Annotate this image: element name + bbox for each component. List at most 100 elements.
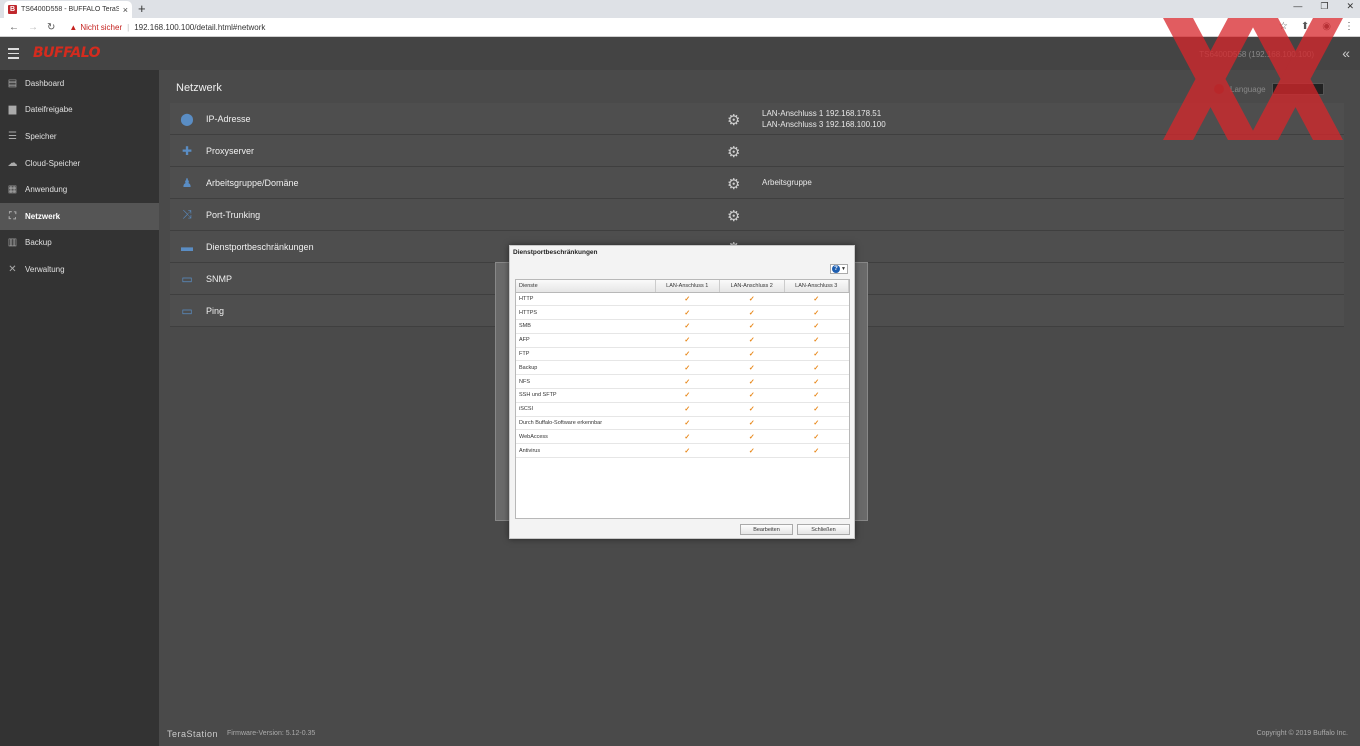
- table-row[interactable]: SSH und SFTP ✓ ✓ ✓: [516, 388, 849, 403]
- checkmark-icon: ✓: [719, 402, 784, 417]
- dashboard-icon: ▤: [7, 77, 18, 89]
- table-row[interactable]: Backup ✓ ✓ ✓: [516, 360, 849, 376]
- table-row[interactable]: WebAccess ✓ ✓ ✓: [516, 429, 849, 445]
- network-row-label: Dienstportbeschränkungen: [206, 241, 314, 252]
- table-row[interactable]: HTTP ✓ ✓ ✓: [516, 292, 849, 307]
- checkmark-icon: ✓: [784, 374, 849, 390]
- window-close-icon[interactable]: ✕: [1346, 1, 1354, 12]
- cloud-icon: ☁: [7, 157, 18, 169]
- service-name: SMB: [516, 319, 655, 334]
- language-label: Language: [1230, 84, 1266, 94]
- service-name: Antivirus: [516, 443, 655, 459]
- network-row-label: Ping: [206, 305, 225, 316]
- restore-icon[interactable]: ❐: [1320, 1, 1328, 12]
- network-row-label: Port-Trunking: [206, 209, 261, 220]
- dialog-title: Dienstportbeschränkungen: [513, 249, 598, 256]
- table-row[interactable]: FTP ✓ ✓ ✓: [516, 347, 849, 362]
- language-selector[interactable]: Language: [1214, 83, 1324, 95]
- checkmark-icon: ✓: [719, 374, 784, 390]
- service-name: NFS: [516, 374, 655, 390]
- back-icon[interactable]: ←: [9, 22, 19, 33]
- storage-icon: ☰: [8, 130, 17, 142]
- help-button[interactable]: ? ▼: [830, 264, 848, 274]
- network-row-port-trunking[interactable]: ⤨ Port-Trunking ⚙: [170, 199, 1344, 231]
- sidebar-item-label: Cloud-Speicher: [25, 158, 81, 168]
- security-indicator[interactable]: ▲ Nicht sicher: [69, 23, 122, 32]
- checkmark-icon: ✓: [784, 292, 849, 307]
- language-dropdown[interactable]: [1271, 83, 1324, 95]
- checkmark-icon: ✓: [655, 305, 720, 321]
- checkmark-icon: ✓: [719, 292, 784, 307]
- extension-icon[interactable]: ⬆: [1301, 21, 1309, 32]
- service-name: WebAccess: [516, 429, 655, 445]
- table-row[interactable]: iSCSI ✓ ✓ ✓: [516, 402, 849, 417]
- network-row-label: IP-Adresse: [206, 113, 251, 124]
- gear-icon[interactable]: ⚙: [727, 143, 740, 161]
- window-controls: — ❐ ✕: [1293, 1, 1354, 12]
- tab-close-icon[interactable]: ×: [123, 5, 128, 15]
- checkmark-icon: ✓: [784, 429, 849, 445]
- sidebar-item-dateifreigabe[interactable]: ▆ Dateifreigabe: [0, 97, 159, 124]
- help-icon: ?: [832, 265, 841, 273]
- sidebar-item-speicher[interactable]: ☰ Speicher: [0, 123, 159, 150]
- gear-icon[interactable]: ⚙: [727, 207, 740, 225]
- collapse-icon[interactable]: «: [1342, 45, 1350, 61]
- table-row[interactable]: AFP ✓ ✓ ✓: [516, 333, 849, 348]
- checkmark-icon: ✓: [784, 360, 849, 376]
- checkmark-icon: ✓: [784, 347, 849, 362]
- warning-icon: ▲: [69, 22, 78, 32]
- checkmark-icon: ✓: [719, 305, 784, 321]
- column-header-lan3[interactable]: LAN-Anschluss 3: [784, 280, 849, 293]
- service-name: FTP: [516, 347, 655, 362]
- sidebar-item-verwaltung[interactable]: ✕ Verwaltung: [0, 256, 159, 283]
- sidebar-item-cloud-speicher[interactable]: ☁ Cloud-Speicher: [0, 150, 159, 177]
- sidebar: ▤ Dashboard ▆ Dateifreigabe ☰ Speicher ☁ Cloud-…: [0, 70, 159, 746]
- browser-tab[interactable]: B TS6400D558 - BUFFALO TeraStati ×: [4, 1, 132, 18]
- sidebar-item-dashboard[interactable]: ▤ Dashboard: [0, 70, 159, 97]
- checkmark-icon: ✓: [719, 360, 784, 376]
- forward-icon[interactable]: →: [28, 22, 38, 33]
- gear-icon[interactable]: ⚙: [727, 111, 740, 129]
- network-row-proxyserver[interactable]: ✚ Proxyserver ⚙: [170, 135, 1344, 167]
- checkmark-icon: ✓: [655, 360, 720, 376]
- bookmark-star-icon[interactable]: ☆: [1279, 21, 1288, 32]
- new-tab-button[interactable]: +: [138, 1, 146, 16]
- checkmark-icon: ✓: [784, 402, 849, 417]
- network-row-ip-adresse[interactable]: ⬤ IP-Adresse ⚙ LAN-Anschluss 1 192.168.178.…: [170, 103, 1344, 135]
- workgroup-icon: ♟: [181, 175, 193, 190]
- table-row[interactable]: HTTPS ✓ ✓ ✓: [516, 305, 849, 321]
- url-field[interactable]: 192.168.100.100/detail.html#network: [134, 23, 265, 32]
- column-header-lan1[interactable]: LAN-Anschluss 1: [655, 280, 720, 293]
- gear-icon[interactable]: ⚙: [727, 175, 740, 193]
- network-row-arbeitsgruppe-dom-ne[interactable]: ♟ Arbeitsgruppe/Domäne ⚙ Arbeitsgruppe: [170, 167, 1344, 199]
- checkmark-icon: ✓: [719, 319, 784, 334]
- sidebar-item-backup[interactable]: ▥ Backup: [0, 230, 159, 257]
- table-row[interactable]: Antivirus ✓ ✓ ✓: [516, 443, 849, 459]
- edit-button[interactable]: Bearbeiten: [740, 524, 793, 535]
- close-button[interactable]: Schließen: [797, 524, 850, 535]
- column-header-services[interactable]: Dienste: [516, 280, 656, 293]
- reload-icon[interactable]: ↻: [47, 22, 55, 33]
- grid-icon: ▦: [7, 184, 18, 196]
- sidebar-item-netzwerk[interactable]: ⛶ Netzwerk: [0, 202, 159, 230]
- backup-icon: ▥: [7, 237, 18, 249]
- value-line: LAN-Anschluss 1 192.168.178.51: [762, 108, 882, 118]
- menu-kebab-icon[interactable]: ⋮: [1344, 21, 1354, 32]
- checkmark-icon: ✓: [719, 443, 784, 459]
- checkmark-icon: ✓: [784, 333, 849, 348]
- checkmark-icon: ✓: [719, 429, 784, 445]
- snmp-icon: ▭: [181, 271, 193, 286]
- column-header-lan2[interactable]: LAN-Anschluss 2: [719, 280, 785, 293]
- table-row[interactable]: SMB ✓ ✓ ✓: [516, 319, 849, 334]
- minimize-icon[interactable]: —: [1293, 1, 1302, 12]
- checkmark-icon: ✓: [655, 319, 720, 334]
- sidebar-item-anwendung[interactable]: ▦ Anwendung: [0, 176, 159, 203]
- hamburger-menu-icon[interactable]: [8, 48, 19, 62]
- address-bar: ← → ↻ ▲ Nicht sicher | 192.168.100.100/d…: [0, 18, 1360, 37]
- checkmark-icon: ✓: [719, 388, 784, 403]
- table-row[interactable]: NFS ✓ ✓ ✓: [516, 374, 849, 390]
- table-row[interactable]: Durch Buffalo-Software erkennbar ✓ ✓ ✓: [516, 416, 849, 431]
- profile-icon[interactable]: ◉: [1322, 21, 1331, 32]
- service-port-restrictions-dialog: Dienstportbeschränkungen ? ▼ Dienste LAN…: [509, 245, 855, 539]
- checkmark-icon: ✓: [655, 347, 720, 362]
